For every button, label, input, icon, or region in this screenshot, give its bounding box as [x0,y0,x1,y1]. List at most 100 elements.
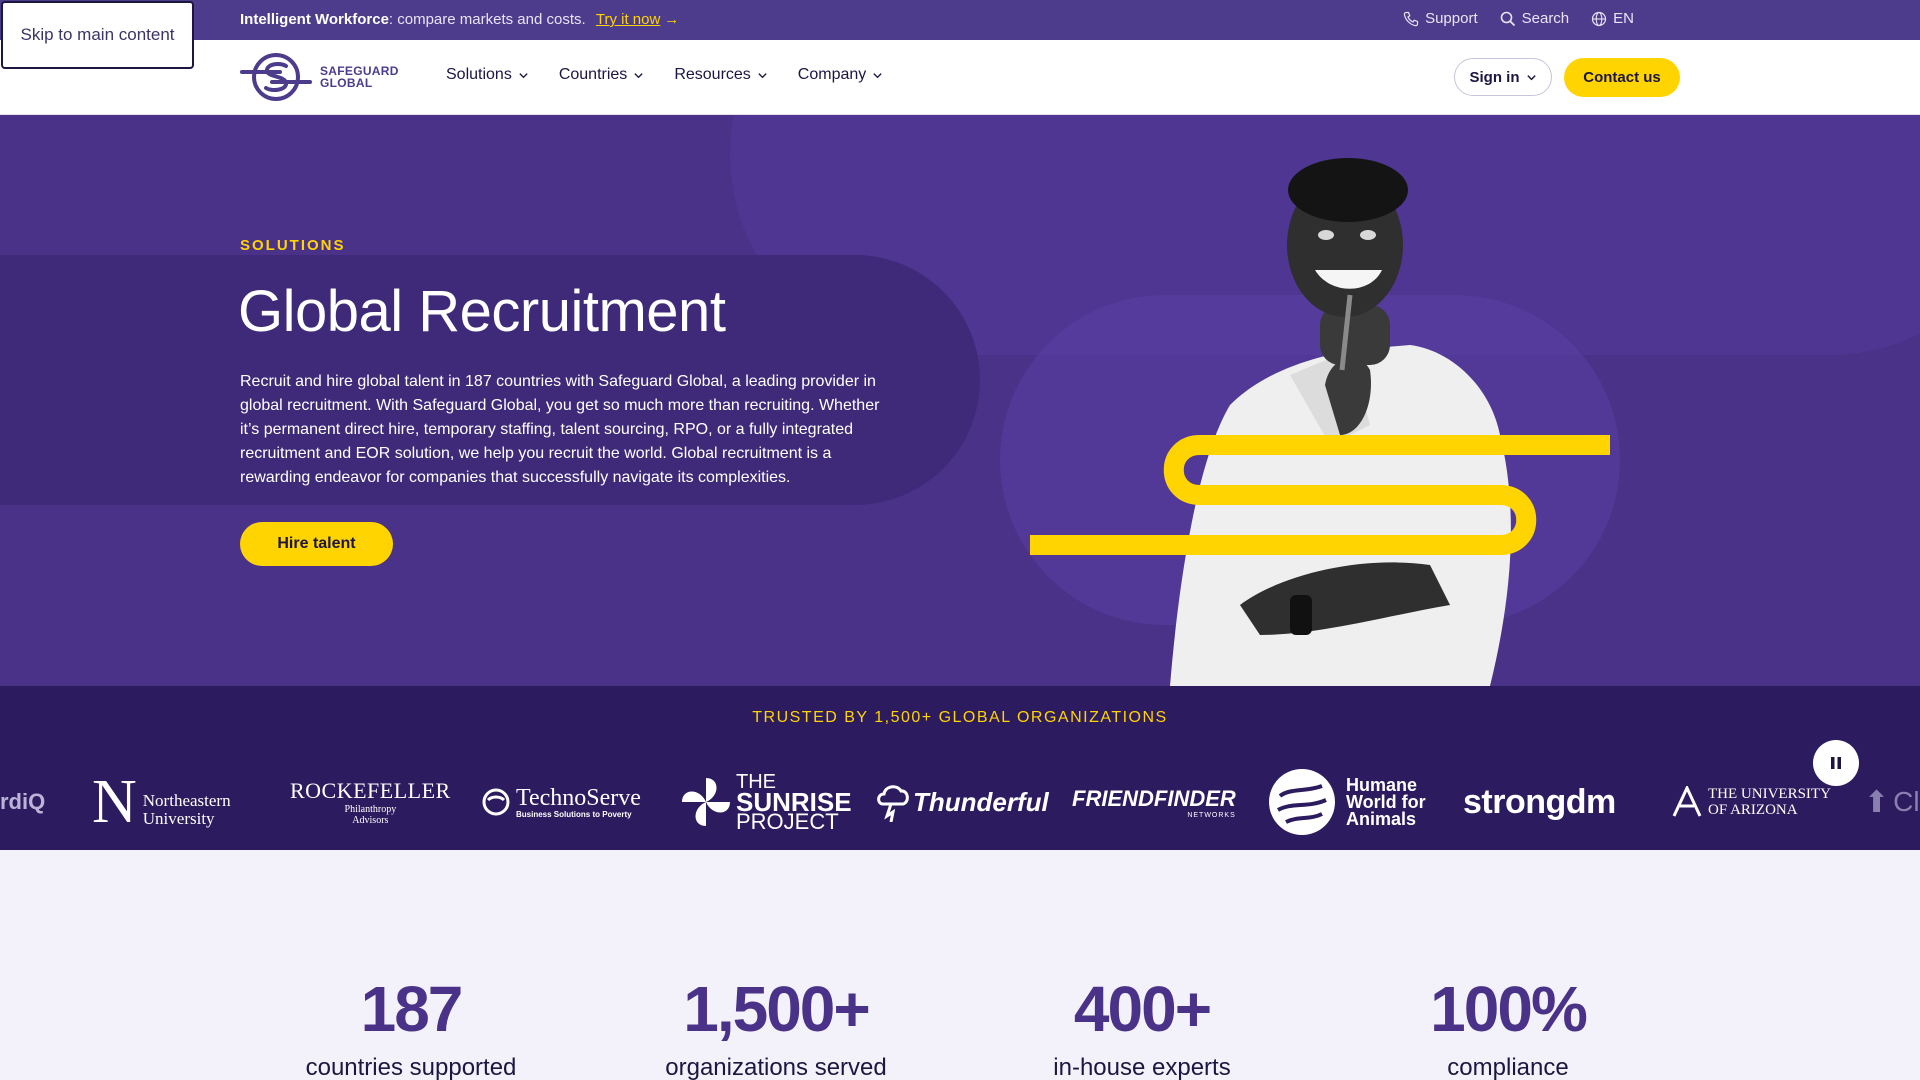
chevron-down-icon [519,72,528,78]
search-label: Search [1521,10,1570,27]
humane-world-logo: Humane World for Animals [1266,766,1426,838]
language-label: EN [1613,10,1634,27]
rockefeller-logo: ROCKEFELLER Philanthropy Advisors [290,766,451,838]
page-title: Global Recruitment [238,279,726,344]
rockefeller-logo-line-3: Advisors [352,815,389,826]
humane-logo-line-2: World for [1346,791,1426,812]
friendfinder-logo-line-1: FRIENDFINDER [1072,785,1236,811]
stat-caption: countries supported [305,1054,517,1080]
support-link[interactable]: Support [1403,10,1478,27]
strongdm-logo-text: strongdm [1463,782,1616,821]
nav-resources-label: Resources [674,66,751,83]
utility-nav: Support Search EN [1403,10,1634,27]
arrow-up-icon: ⬆ [1864,785,1890,819]
thunder-cloud-icon [877,785,909,822]
site-header: SAFEGUARD GLOBAL Solutions Countries Res… [0,40,1920,115]
support-label: Support [1425,10,1478,27]
try-it-now-link[interactable]: Try it now [596,11,660,28]
pause-icon [1831,757,1841,769]
logo-wordmark: SAFEGUARD GLOBAL [320,65,399,89]
humane-logo-line-1: Humane [1346,774,1418,795]
sunrise-project-logo: THE SUNRISE PROJECT [680,766,852,838]
globe-icon [1592,11,1607,26]
language-selector[interactable]: EN [1591,10,1634,27]
stat-number: 1,500+ [683,973,871,1045]
sign-in-button[interactable]: Sign in [1454,58,1552,96]
nav-countries-label: Countries [558,66,628,83]
pause-carousel-button[interactable] [1813,740,1859,786]
hero-section: SOLUTIONS Global Recruitment Recruit and… [0,115,1920,686]
hero-person-image [1030,158,1610,686]
nav-solutions-label: Solutions [446,66,512,83]
friendfinder-logo: FRIENDFINDER NETWORKS [1072,766,1236,838]
hero-eyebrow: SOLUTIONS [240,237,346,254]
northeastern-logo: N Northeastern University [92,766,231,838]
technoserve-logo-line-2: Business Solutions to Poverty [516,809,632,819]
chevron-down-icon [634,72,643,78]
cliq-logo: rdiQ [0,766,45,838]
thunderful-logo: Thunderful [875,766,1049,838]
safeguard-global-logo[interactable]: SAFEGUARD GLOBAL [240,52,399,102]
contact-us-button[interactable]: Contact us [1564,58,1680,97]
thunderful-logo-text: Thunderful [913,786,1049,817]
rockefeller-logo-line-1: ROCKEFELLER [290,778,451,803]
stat-item: 100% compliance [1348,974,1668,1080]
logo-carousel: rdiQ N Northeastern University ROCKEFELL… [0,766,1920,838]
phone-icon [1403,11,1419,26]
hire-talent-button[interactable]: Hire talent [240,522,393,566]
chevron-down-icon [873,72,882,78]
humane-logo-line-3: Animals [1346,808,1417,829]
stats-section: 187 countries supported 1,500+ organizat… [0,850,1920,1080]
arizona-a-mark-icon [1672,786,1702,817]
promo-message: Intelligent Workforce: compare markets a… [240,11,679,28]
arrow-right-icon: → [664,11,680,28]
stat-caption: in-house experts [1053,1054,1231,1080]
stat-item: 187 countries supported [251,974,571,1080]
partial-logo-text: Clo [1893,786,1920,817]
stat-number: 187 [360,973,464,1045]
stat-number: 100% [1430,973,1588,1045]
stat-number: 400+ [1073,973,1212,1045]
technoserve-logo: TechnoServe Business Solutions to Povert… [482,766,641,838]
technoserve-logo-line-1: TechnoServe [516,784,641,811]
northeastern-n-mark-icon: N [92,768,137,836]
nav-solutions[interactable]: Solutions [446,66,529,84]
stat-item: 400+ in-house experts [982,974,1302,1080]
hero-description: Recruit and hire global talent in 187 co… [240,373,880,486]
rockefeller-logo-line-2: Philanthropy [344,804,397,815]
nav-resources[interactable]: Resources [674,66,767,84]
sunrise-logo-line-3: PROJECT [736,809,839,834]
trusted-by-label: TRUSTED BY 1,500+ GLOBAL ORGANIZATIONS [752,709,1168,726]
promo-text: : compare markets and costs. [388,11,586,28]
northeastern-logo-line-2: University [142,809,215,828]
nav-company[interactable]: Company [798,66,883,84]
northeastern-logo-line-1: Northeastern [142,791,231,810]
friendfinder-logo-line-2: NETWORKS [1187,811,1236,819]
nav-countries[interactable]: Countries [559,66,644,84]
skip-to-main-content-link[interactable]: Skip to main content [1,1,194,69]
arizona-logo-text: THE UNIVERSITY OF ARIZONA [1708,786,1831,818]
university-of-arizona-logo: THE UNIVERSITY OF ARIZONA [1672,766,1831,838]
sunrise-project-logo-text: THE SUNRISE PROJECT [736,772,852,834]
northeastern-logo-text: Northeastern University [143,792,231,828]
nav-company-label: Company [797,66,867,83]
humane-globe-icon [1269,769,1335,835]
arizona-logo-line-2: OF ARIZONA [1708,802,1798,818]
chevron-down-icon [758,72,767,78]
technoserve-logo-text: TechnoServe Business Solutions to Povert… [516,786,641,819]
sign-in-label: Sign in [1469,68,1520,86]
stat-caption: compliance [1447,1054,1569,1080]
safeguard-logo-mark-icon [240,53,312,101]
stat-item: 1,500+ organizations served [616,974,936,1080]
promo-bold: Intelligent Workforce [240,11,389,28]
search-link[interactable]: Search [1500,10,1570,27]
main-nav: Solutions Countries Resources Company [446,66,883,84]
stat-caption: organizations served [665,1054,887,1080]
cliq-logo-text: rdiQ [0,789,46,814]
trusted-by-section: TRUSTED BY 1,500+ GLOBAL ORGANIZATIONS r… [0,686,1920,850]
arizona-logo-line-1: THE UNIVERSITY [1708,786,1831,802]
logo-line-2: GLOBAL [320,76,373,90]
chevron-down-icon [1526,74,1536,80]
pinwheel-icon [682,778,730,826]
partial-logo: ⬆Clo [1864,766,1920,838]
